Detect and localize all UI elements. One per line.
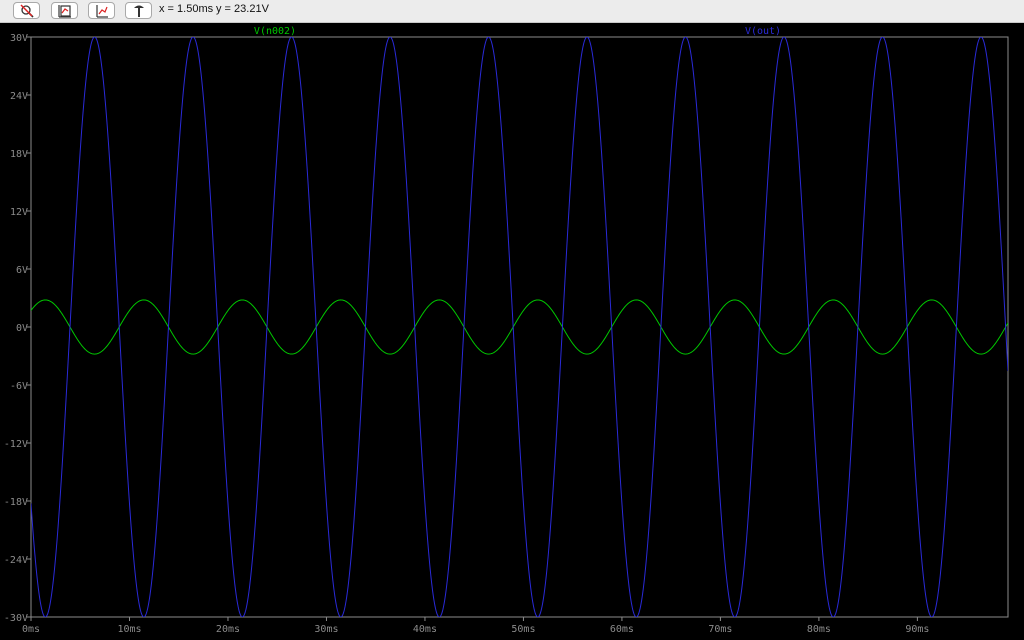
x-tick-label: 60ms xyxy=(610,624,634,635)
x-tick-label: 90ms xyxy=(905,624,929,635)
x-tick-label: 30ms xyxy=(314,624,338,635)
y-tick-label: 18V xyxy=(10,149,28,160)
y-tick-label: 24V xyxy=(10,91,28,102)
autorange-icon xyxy=(58,5,71,18)
x-tick-label: 80ms xyxy=(807,624,831,635)
toolbar: x = 1.50ms y = 23.21V xyxy=(0,0,1024,23)
y-tick-label: -24V xyxy=(4,555,28,566)
x-tick-label: 10ms xyxy=(117,624,141,635)
y-tick-label: 30V xyxy=(10,33,28,44)
x-tick-label: 50ms xyxy=(511,624,535,635)
waveform-plot[interactable]: 30V 24V 18V 12V 6V 0V -6V -12V -18V -24V -30V0ms 10… xyxy=(0,23,1024,640)
zoom-fit-button[interactable] xyxy=(88,2,115,19)
autorange-button[interactable] xyxy=(51,2,78,19)
y-tick-label: -30V xyxy=(4,613,28,624)
zoom-fit-icon xyxy=(96,5,108,18)
x-tick-label: 0ms xyxy=(22,624,40,635)
cursor-x-readout: x = 1.50ms xyxy=(159,3,214,15)
x-tick-label: 20ms xyxy=(216,624,240,635)
y-tick-label: -6V xyxy=(10,381,28,392)
legend-label: V(n002) xyxy=(254,26,296,37)
y-tick-label: -12V xyxy=(4,439,28,450)
cursor-y-readout: y = 23.21V xyxy=(216,3,269,15)
y-tick-label: 0V xyxy=(16,323,28,334)
probe-icon xyxy=(134,5,144,17)
x-tick-label: 70ms xyxy=(708,624,732,635)
zoom-cancel-icon xyxy=(20,4,34,18)
zoom-cancel-button[interactable] xyxy=(13,2,40,19)
probe-button[interactable] xyxy=(125,2,152,19)
legend-label: V(out) xyxy=(745,26,781,37)
y-tick-label: 12V xyxy=(10,207,28,218)
y-tick-label: -18V xyxy=(4,497,28,508)
plot-frame xyxy=(30,36,1009,618)
y-tick-label: 6V xyxy=(16,265,28,276)
x-tick-label: 40ms xyxy=(413,624,437,635)
